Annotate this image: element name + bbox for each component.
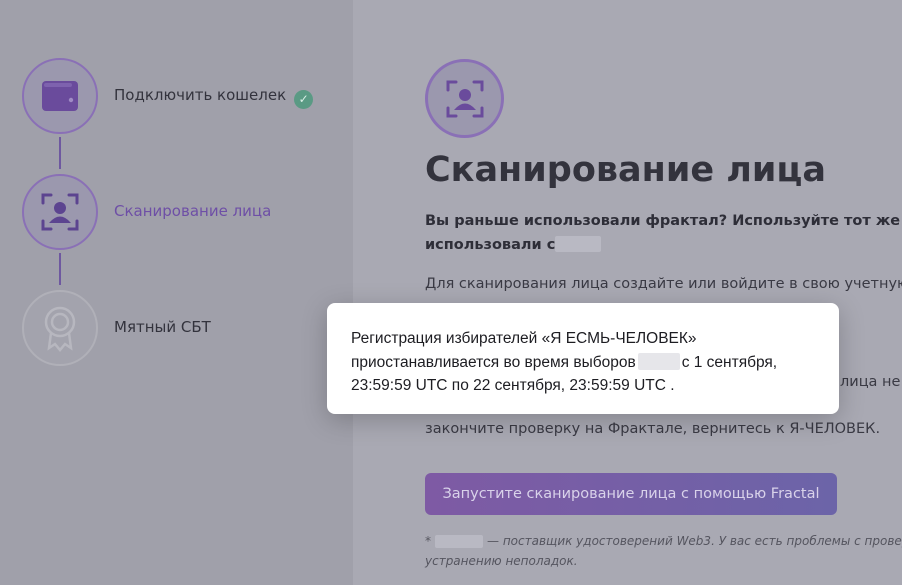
step-face-scan xyxy=(22,174,98,250)
redacted-text xyxy=(435,535,483,548)
step-label-face-scan: Сканирование лица xyxy=(114,202,272,220)
instruction-paragraph-1: Для сканирования лица создайте или войди… xyxy=(425,276,902,292)
badge-award-icon xyxy=(44,306,76,352)
step-connect-wallet xyxy=(22,58,98,134)
notice-line-2: приостанавливается во время выборов с 1 с… xyxy=(351,352,778,371)
face-scan-icon xyxy=(41,193,79,231)
notice-line-3: 23:59:59 UTC по 22 сентября, 23:59:59 UT… xyxy=(351,377,675,394)
step-connector xyxy=(59,137,61,169)
footnote-line-1: * — поставщик удостоверений Web3. У вас е… xyxy=(425,534,902,548)
face-scan-icon xyxy=(446,80,483,117)
election-pause-notice-dialog: Регистрация избирателей «Я ЕСМЬ-ЧЕЛОВЕК»… xyxy=(327,303,839,414)
check-icon: ✓ xyxy=(294,89,314,109)
step-label-mint-sbt: Мятный СБТ xyxy=(114,318,211,336)
footnote-line-2: устранению неполадок. xyxy=(425,554,578,568)
fractal-notice-line-1: Вы раньше использовали фрактал? Использу… xyxy=(425,213,902,229)
face-scan-header-badge xyxy=(425,59,504,138)
instruction-paragraph-2-tail: лица не xyxy=(840,374,901,390)
redacted-text xyxy=(555,236,602,252)
step-mint-sbt xyxy=(22,290,98,366)
wallet-icon xyxy=(42,81,78,111)
steps-sidebar: Подключить кошелек ✓ Сканирование лица Мя… xyxy=(0,0,353,585)
redacted-text xyxy=(637,352,680,370)
notice-line-1: Регистрация избирателей «Я ЕСМЬ-ЧЕЛОВЕК» xyxy=(351,330,697,347)
fractal-notice-line-2: использовали с xyxy=(425,236,602,253)
instruction-paragraph-3: закончите проверку на Фрактале, вернитес… xyxy=(425,421,881,437)
page-title: Сканирование лица xyxy=(425,150,826,190)
step-label-connect-wallet: Подключить кошелек ✓ xyxy=(114,86,314,109)
main-content: Сканирование лица Вы раньше использовали… xyxy=(353,0,902,585)
step-connector xyxy=(59,253,61,285)
start-fractal-scan-button[interactable]: Запустите сканирование лица с помощью Fr… xyxy=(425,473,837,515)
